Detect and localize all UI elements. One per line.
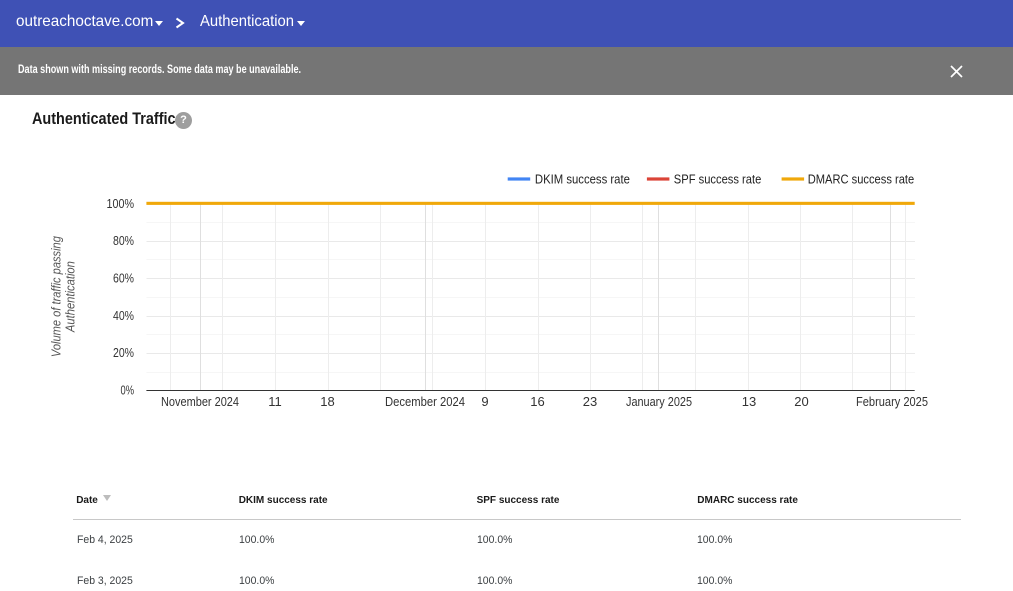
- svg-text:9: 9: [481, 394, 488, 409]
- svg-text:January 2025: January 2025: [626, 394, 692, 409]
- svg-text:13: 13: [742, 394, 756, 409]
- svg-text:20: 20: [794, 394, 808, 409]
- svg-text:80%: 80%: [113, 233, 134, 248]
- svg-text:Volume of traffic passing: Volume of traffic passing: [49, 235, 64, 357]
- svg-text:18: 18: [320, 394, 334, 409]
- svg-text:DMARC success rate: DMARC success rate: [808, 171, 915, 186]
- svg-text:100%: 100%: [107, 196, 135, 211]
- svg-text:0%: 0%: [121, 383, 135, 398]
- svg-text:December 2024: December 2024: [385, 394, 465, 409]
- svg-text:DKIM success rate: DKIM success rate: [535, 171, 630, 186]
- svg-text:SPF success rate: SPF success rate: [674, 171, 762, 186]
- svg-text:16: 16: [530, 394, 544, 409]
- svg-text:60%: 60%: [113, 271, 134, 286]
- svg-text:February 2025: February 2025: [856, 394, 928, 409]
- svg-text:November 2024: November 2024: [161, 394, 239, 409]
- svg-text:11: 11: [268, 394, 282, 409]
- svg-text:20%: 20%: [113, 345, 134, 360]
- svg-text:40%: 40%: [113, 308, 134, 323]
- svg-text:23: 23: [583, 394, 597, 409]
- svg-text:Authentication: Authentication: [63, 261, 78, 333]
